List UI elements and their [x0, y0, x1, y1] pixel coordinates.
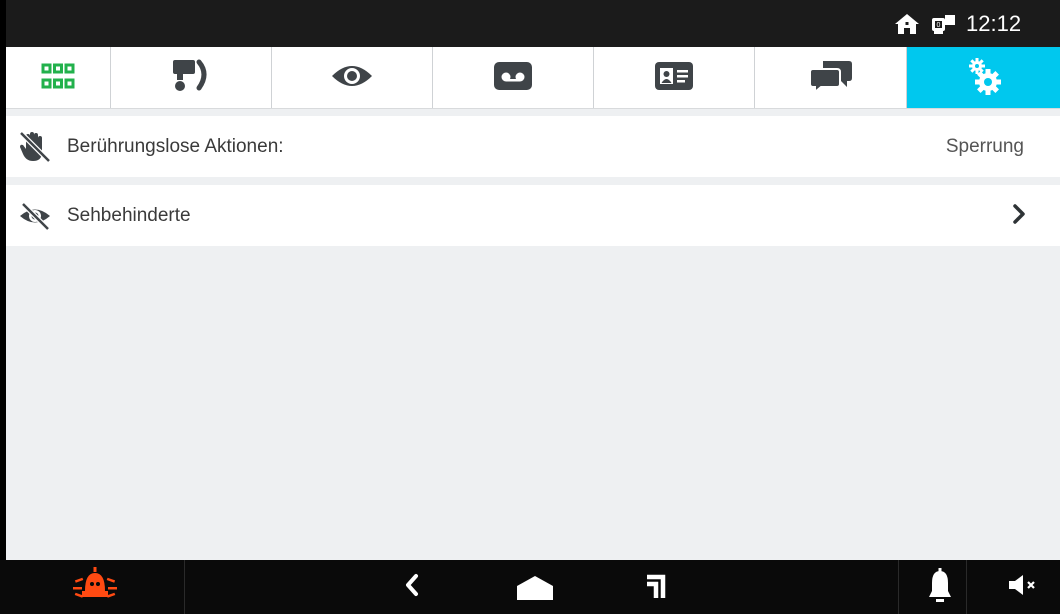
alarm-button[interactable] [6, 560, 184, 614]
touchless-icon [18, 130, 52, 164]
bell-button[interactable] [918, 560, 962, 614]
gears-icon [964, 56, 1004, 100]
touchless-actions-label: Berührungslose Aktionen: [67, 135, 284, 157]
tab-apps-grid[interactable] [6, 47, 111, 108]
svg-text:0: 0 [937, 22, 941, 29]
mute-icon [1007, 573, 1039, 601]
recent-apps-button[interactable] [636, 560, 676, 614]
tab-intercom-call[interactable] [111, 47, 272, 108]
back-icon [404, 573, 420, 601]
back-button[interactable] [390, 560, 434, 614]
contact-card-icon [654, 61, 694, 95]
tab-messages[interactable] [755, 47, 907, 108]
intercom-device-icon: 0 [930, 0, 956, 47]
setting-row-visually-impaired[interactable]: Sehbehinderte [6, 185, 1060, 246]
tab-contacts[interactable] [594, 47, 755, 108]
status-bar: 0 12:12 [6, 0, 1060, 47]
status-time: 12:12 [966, 10, 1022, 36]
visually-impaired-icon [18, 199, 52, 233]
tab-settings[interactable] [907, 47, 1060, 108]
setting-row-touchless-actions[interactable]: Berührungslose Aktionen: Sperrung [6, 116, 1060, 177]
tab-voicemail[interactable] [433, 47, 594, 108]
intercom-call-icon [171, 58, 211, 98]
visually-impaired-label: Sehbehinderte [67, 204, 191, 226]
screen: 0 12:12 Berührungslose Aktionen: Sperrun… [0, 0, 1060, 614]
chevron-right-icon [1012, 203, 1026, 229]
nav-separator [966, 560, 967, 614]
nav-separator [184, 560, 185, 614]
main-tab-bar [6, 47, 1060, 109]
home-icon [894, 0, 920, 47]
tab-view[interactable] [272, 47, 433, 108]
alarm-icon [72, 567, 118, 607]
system-nav-bar [0, 560, 1060, 614]
settings-content: Berührungslose Aktionen: Sperrung Sehbeh… [6, 113, 1060, 560]
voicemail-icon [493, 61, 533, 95]
grid-icon [41, 63, 75, 93]
touchless-actions-value: Sperrung [945, 135, 1024, 157]
home-button[interactable] [510, 560, 560, 614]
chat-icon [808, 59, 853, 97]
mute-button[interactable] [1000, 560, 1046, 614]
recent-icon [643, 570, 669, 604]
bell-icon [927, 567, 953, 607]
nav-separator [898, 560, 899, 614]
home-icon [515, 570, 555, 604]
eye-icon [330, 62, 374, 94]
